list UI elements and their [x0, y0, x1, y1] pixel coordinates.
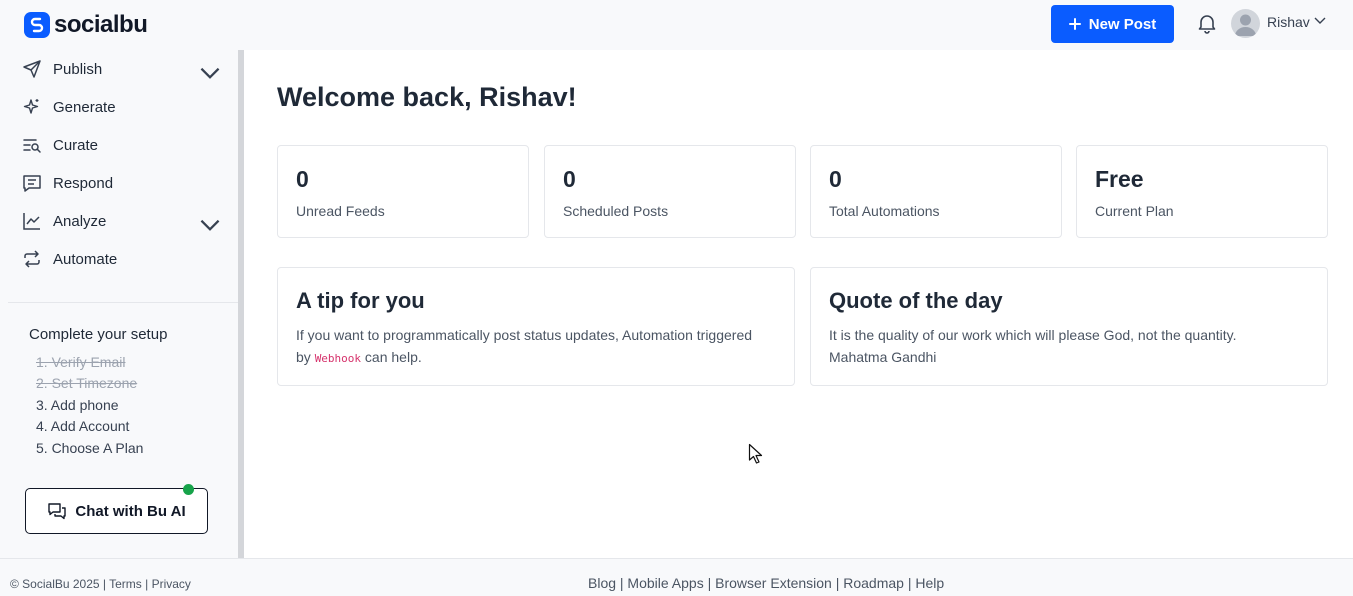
tip-title: A tip for you: [296, 288, 425, 313]
mouse-cursor-icon: [748, 443, 763, 464]
sidebar-item-publish[interactable]: Publish: [22, 57, 222, 81]
sparkle-icon: [23, 99, 39, 114]
footer: © SocialBu 2025 | Terms | Privacy Blog |…: [0, 558, 1353, 596]
stat-label: Total Automations: [829, 203, 940, 219]
sidebar-item-label: Curate: [53, 136, 99, 154]
setup-step-choose-plan[interactable]: 5. Choose A Plan: [36, 440, 143, 456]
sidebar-item-label: Publish: [53, 60, 103, 78]
setup-step-add-account[interactable]: 4. Add Account: [36, 418, 129, 434]
chat-bubbles-icon: [48, 503, 67, 520]
sidebar-item-label: Generate: [53, 98, 116, 116]
footer-copyright-links[interactable]: © SocialBu 2025 | Terms | Privacy: [10, 577, 191, 591]
tip-card: A tip for you If you want to programmati…: [277, 267, 795, 386]
new-post-button[interactable]: New Post: [1051, 5, 1174, 43]
bell-icon[interactable]: [1196, 12, 1218, 34]
stat-value: 0: [296, 166, 309, 192]
message-icon: [23, 175, 41, 192]
quote-author: Mahatma Gandhi: [829, 349, 937, 365]
sidebar-item-label: Automate: [53, 250, 118, 268]
send-icon: [23, 60, 41, 78]
new-post-label: New Post: [1088, 15, 1157, 33]
top-header: socialbu New Post Rishav: [0, 0, 1353, 50]
socialbu-logo[interactable]: socialbu: [24, 11, 148, 39]
quote-title: Quote of the day: [829, 288, 1003, 313]
footer-links[interactable]: Blog | Mobile Apps | Browser Extension |…: [588, 575, 944, 591]
stat-card-total-automations[interactable]: 0 Total Automations: [810, 145, 1062, 238]
user-name[interactable]: Rishav: [1267, 14, 1310, 30]
sidebar-divider: [8, 302, 238, 303]
chevron-down-icon[interactable]: [200, 215, 220, 235]
sidebar-item-generate[interactable]: Generate: [22, 95, 222, 119]
sidebar-item-label: Analyze: [53, 212, 107, 230]
chat-with-bu-ai-button[interactable]: Chat with Bu AI: [25, 488, 208, 534]
sidebar-item-respond[interactable]: Respond: [22, 171, 222, 195]
sidebar-item-label: Respond: [53, 174, 114, 192]
stat-value: 0: [829, 166, 842, 192]
stat-label: Current Plan: [1095, 203, 1174, 219]
stat-value: 0: [563, 166, 576, 192]
sidebar-item-analyze[interactable]: Analyze: [22, 209, 222, 233]
logo-mark-icon: [24, 12, 50, 38]
plus-icon: [1068, 18, 1081, 30]
chevron-down-icon[interactable]: [200, 63, 220, 83]
chart-line-icon: [23, 213, 40, 230]
stat-value: Free: [1095, 166, 1144, 192]
page-title: Welcome back, Rishav!: [277, 82, 577, 112]
sidebar: [0, 50, 244, 558]
tip-text-end: can help.: [361, 349, 422, 365]
stat-label: Unread Feeds: [296, 203, 385, 219]
online-status-dot: [183, 484, 194, 495]
quote-body: It is the quality of our work which will…: [829, 324, 1299, 368]
setup-title: Complete your setup: [29, 326, 168, 343]
setup-step-verify-email[interactable]: 1. Verify Email: [36, 354, 125, 370]
sidebar-item-curate[interactable]: Curate: [22, 133, 222, 157]
setup-step-set-timezone[interactable]: 2. Set Timezone: [36, 375, 137, 391]
brand-name: socialbu: [54, 11, 148, 38]
tip-code: Webhook: [314, 352, 362, 365]
quote-text: It is the quality of our work which will…: [829, 327, 1237, 343]
stat-label: Scheduled Posts: [563, 203, 669, 219]
stat-card-scheduled-posts[interactable]: 0 Scheduled Posts: [544, 145, 796, 238]
chevron-down-icon[interactable]: [1314, 17, 1326, 25]
chat-button-label: Chat with Bu AI: [75, 502, 186, 520]
avatar[interactable]: [1231, 9, 1260, 38]
tip-body: If you want to programmatically post sta…: [296, 324, 766, 370]
sidebar-item-automate[interactable]: Automate: [22, 247, 222, 271]
setup-step-add-phone[interactable]: 3. Add phone: [36, 397, 119, 413]
stat-card-current-plan[interactable]: Free Current Plan: [1076, 145, 1328, 238]
curate-search-icon: [23, 139, 41, 153]
quote-card: Quote of the day It is the quality of ou…: [810, 267, 1328, 386]
stat-card-unread-feeds[interactable]: 0 Unread Feeds: [277, 145, 529, 238]
repeat-icon: [24, 250, 40, 268]
